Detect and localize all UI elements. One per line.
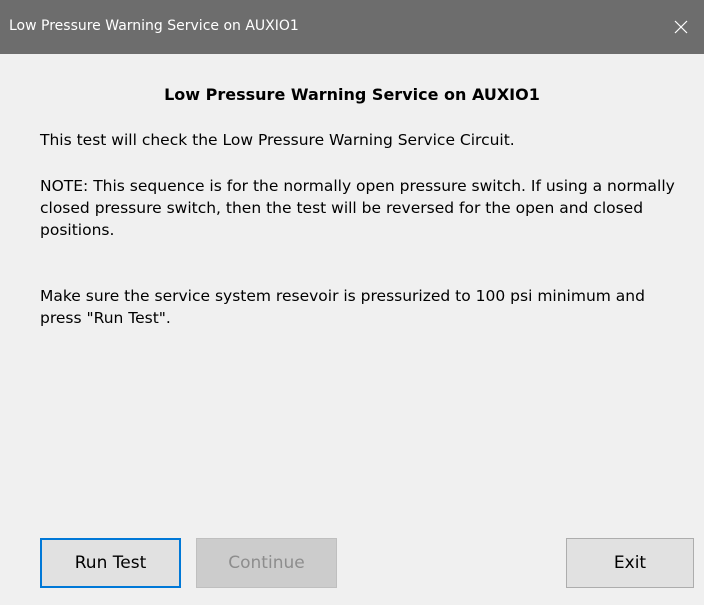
close-icon <box>674 20 688 34</box>
note-text: NOTE: This sequence is for the normally … <box>40 177 675 239</box>
window-title: Low Pressure Warning Service on AUXIO1 <box>9 18 299 34</box>
instruction-text: Make sure the service system resevoir is… <box>40 287 645 327</box>
dialog-body: Low Pressure Warning Service on AUXIO1 T… <box>0 54 704 605</box>
run-test-button[interactable]: Run Test <box>40 538 181 588</box>
dialog-window: Low Pressure Warning Service on AUXIO1 L… <box>0 0 704 605</box>
continue-button[interactable]: Continue <box>196 538 337 588</box>
page-title: Low Pressure Warning Service on AUXIO1 <box>164 85 540 104</box>
close-button[interactable] <box>658 0 704 54</box>
title-bar[interactable]: Low Pressure Warning Service on AUXIO1 <box>0 0 704 54</box>
exit-button[interactable]: Exit <box>566 538 694 588</box>
description-text: This test will check the Low Pressure Wa… <box>40 131 515 149</box>
